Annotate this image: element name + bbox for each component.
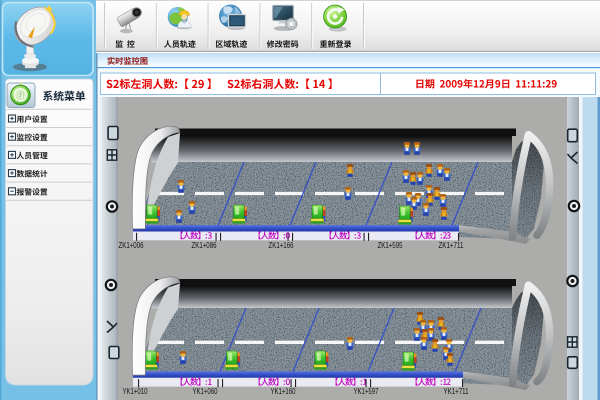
svg-text:YK1+597: YK1+597 <box>354 387 379 396</box>
svg-text:ZK1+166: ZK1+166 <box>269 241 294 250</box>
svg-text:ZK1+006: ZK1+006 <box>119 241 144 250</box>
svg-text:YK1+060: YK1+060 <box>193 387 218 396</box>
svg-text:ZK1+086: ZK1+086 <box>192 241 217 250</box>
svg-text:YK1+711: YK1+711 <box>444 387 469 396</box>
svg-text:ZK1+595: ZK1+595 <box>378 241 403 250</box>
svg-text:YK1+010: YK1+010 <box>123 387 148 396</box>
svg-text:ZK1+711: ZK1+711 <box>439 241 464 250</box>
svg-text:YK1+160: YK1+160 <box>271 387 296 396</box>
